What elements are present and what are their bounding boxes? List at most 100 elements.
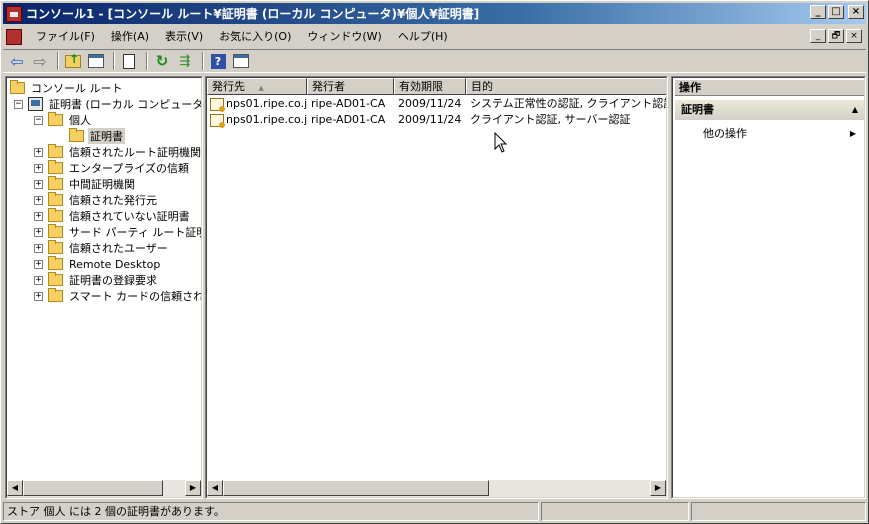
tree-item-enrollment-requests[interactable]: + 証明書の登録要求: [34, 272, 159, 288]
tree-item-console-root[interactable]: コンソール ルート: [10, 80, 125, 96]
scroll-thumb[interactable]: [223, 480, 489, 496]
mdi-controls: _ 🗗 ×: [810, 29, 862, 43]
status-panel-2: [541, 502, 689, 521]
scroll-right-icon[interactable]: ▶: [650, 480, 666, 496]
action-pane: 操作 証明書 ▲ 他の操作 ▶: [671, 76, 866, 499]
title-bar[interactable]: コンソール1 - [コンソール ルート¥証明書 (ローカル コンピュータ)¥個人…: [3, 3, 866, 24]
tree-item-personal-certificates[interactable]: 証明書: [69, 128, 125, 144]
menu-view[interactable]: 表示(V): [157, 28, 211, 46]
action-more-actions[interactable]: 他の操作: [703, 126, 747, 142]
console-tree-frame: コンソール ルート − 証明書 (ローカル コンピュータ) − 個人 証明書 +…: [6, 77, 202, 498]
tree-horizontal-scrollbar[interactable]: ◀ ▶: [7, 480, 201, 497]
cell-purpose: システム正常性の認証, クライアント認証: [470, 97, 666, 110]
column-label: 発行先: [212, 80, 245, 93]
menu-help[interactable]: ヘルプ(H): [390, 28, 456, 46]
menu-action[interactable]: 操作(A): [103, 28, 157, 46]
expand-icon[interactable]: +: [34, 243, 43, 253]
column-issued-to[interactable]: 発行先 ▲: [207, 78, 307, 95]
mdi-minimize-button[interactable]: _: [810, 29, 826, 43]
tree-item-personal[interactable]: − 個人: [34, 112, 93, 128]
show-hide-action-pane-button[interactable]: [231, 51, 251, 71]
expand-icon[interactable]: +: [34, 179, 43, 189]
expand-icon[interactable]: +: [34, 291, 43, 301]
tree-item-smart-card-trusted[interactable]: + スマート カードの信頼された: [34, 288, 201, 304]
expand-icon[interactable]: +: [34, 163, 43, 173]
results-horizontal-scrollbar[interactable]: ◀ ▶: [207, 480, 666, 497]
folder-icon: [48, 224, 63, 238]
expand-icon[interactable]: +: [34, 195, 43, 205]
tree-label: エンタープライズの信頼: [69, 162, 190, 175]
show-hide-tree-button[interactable]: [86, 51, 106, 71]
expand-icon[interactable]: +: [34, 259, 43, 269]
expand-icon[interactable]: +: [34, 275, 43, 285]
expand-icon[interactable]: +: [34, 211, 43, 221]
document-icon[interactable]: [6, 29, 22, 45]
back-arrow-icon[interactable]: ⇦: [7, 51, 27, 71]
table-row[interactable]: nps01.ripe.co.jp ripe-AD01-CA 2009/11/24…: [207, 112, 666, 128]
tree-item-intermediate-ca[interactable]: + 中間証明機関: [34, 176, 137, 192]
expand-icon[interactable]: +: [34, 227, 43, 237]
refresh-icon[interactable]: ↻: [152, 51, 172, 71]
menu-file[interactable]: ファイル(F): [28, 28, 103, 46]
collapse-icon[interactable]: −: [34, 115, 43, 125]
forward-arrow-icon[interactable]: ⇨: [30, 51, 50, 71]
scroll-track[interactable]: [489, 480, 650, 497]
window-controls: _ □ ×: [810, 5, 864, 19]
scroll-thumb[interactable]: [23, 480, 163, 496]
tree-label-selected: 証明書: [88, 128, 125, 144]
mdi-restore-button[interactable]: 🗗: [828, 29, 844, 43]
tree-label: 証明書 (ローカル コンピュータ): [49, 98, 201, 111]
cell-issued-by: ripe-AD01-CA: [311, 97, 386, 110]
cell-issued-to: nps01.ripe.co.jp: [207, 96, 307, 112]
column-purpose[interactable]: 目的: [466, 78, 666, 95]
submenu-arrow-icon[interactable]: ▶: [850, 126, 856, 142]
export-list-icon[interactable]: ⇶: [175, 51, 195, 71]
cell-purpose: クライアント認証, サーバー認証: [470, 113, 631, 126]
mmc-window: コンソール1 - [コンソール ルート¥証明書 (ローカル コンピュータ)¥個人…: [0, 0, 869, 524]
tree-label: 信頼された発行元: [69, 194, 157, 207]
folder-icon: [10, 80, 25, 94]
minimize-button[interactable]: _: [810, 5, 826, 19]
action-section-header[interactable]: 証明書 ▲: [675, 100, 864, 120]
menu-window[interactable]: ウィンドウ(W): [299, 28, 389, 46]
tree-item-third-party-root[interactable]: + サード パーティ ルート証明機: [34, 224, 201, 240]
folder-icon: [48, 208, 63, 222]
scroll-right-icon[interactable]: ▶: [185, 480, 201, 496]
tree-item-untrusted[interactable]: + 信頼されていない証明書: [34, 208, 192, 224]
mdi-close-button[interactable]: ×: [846, 29, 862, 43]
close-button[interactable]: ×: [848, 5, 864, 19]
help-button[interactable]: ?: [208, 51, 228, 71]
expand-icon[interactable]: +: [34, 147, 43, 157]
certificate-icon: [210, 113, 225, 128]
column-expiration[interactable]: 有効期限: [394, 78, 466, 95]
maximize-button[interactable]: □: [828, 5, 844, 19]
up-one-level-button[interactable]: [63, 51, 83, 71]
mmc-app-icon[interactable]: [6, 5, 22, 22]
tree-label: 信頼されたルート証明機関: [69, 146, 201, 159]
collapse-caret-icon[interactable]: ▲: [852, 100, 858, 120]
toolbar: ⇦ ⇨ ↻ ⇶ ?: [3, 49, 866, 73]
tree-item-remote-desktop[interactable]: + Remote Desktop: [34, 256, 162, 272]
column-label: 目的: [471, 80, 493, 93]
console-tree-pane: コンソール ルート − 証明書 (ローカル コンピュータ) − 個人 証明書 +…: [5, 76, 203, 499]
action-pane-icon: [233, 54, 249, 68]
scroll-track[interactable]: [163, 480, 185, 497]
column-issued-by[interactable]: 発行者: [307, 78, 394, 95]
tree-item-trusted-root[interactable]: + 信頼されたルート証明機関: [34, 144, 201, 160]
action-section-label: 証明書: [681, 103, 714, 116]
folder-up-icon: [65, 52, 81, 68]
scroll-left-icon[interactable]: ◀: [207, 480, 223, 496]
collapse-icon[interactable]: −: [14, 99, 23, 109]
tree-item-trusted-people[interactable]: + 信頼されたユーザー: [34, 240, 170, 256]
tree-label: Remote Desktop: [69, 257, 161, 271]
tree-label: 信頼されていない証明書: [69, 210, 190, 223]
tree-item-enterprise-trust[interactable]: + エンタープライズの信頼: [34, 160, 191, 176]
tree-item-certificates-local[interactable]: − 証明書 (ローカル コンピュータ): [14, 96, 201, 112]
tree-item-trusted-publishers[interactable]: + 信頼された発行元: [34, 192, 159, 208]
menu-favorites[interactable]: お気に入り(O): [211, 28, 299, 46]
status-text: ストア 個人 には 2 個の証明書があります。: [3, 502, 539, 521]
copy-button[interactable]: [119, 51, 139, 71]
tree-label: コンソール ルート: [31, 82, 123, 95]
scroll-left-icon[interactable]: ◀: [7, 480, 23, 496]
table-row[interactable]: nps01.ripe.co.jp ripe-AD01-CA 2009/11/24…: [207, 96, 666, 112]
